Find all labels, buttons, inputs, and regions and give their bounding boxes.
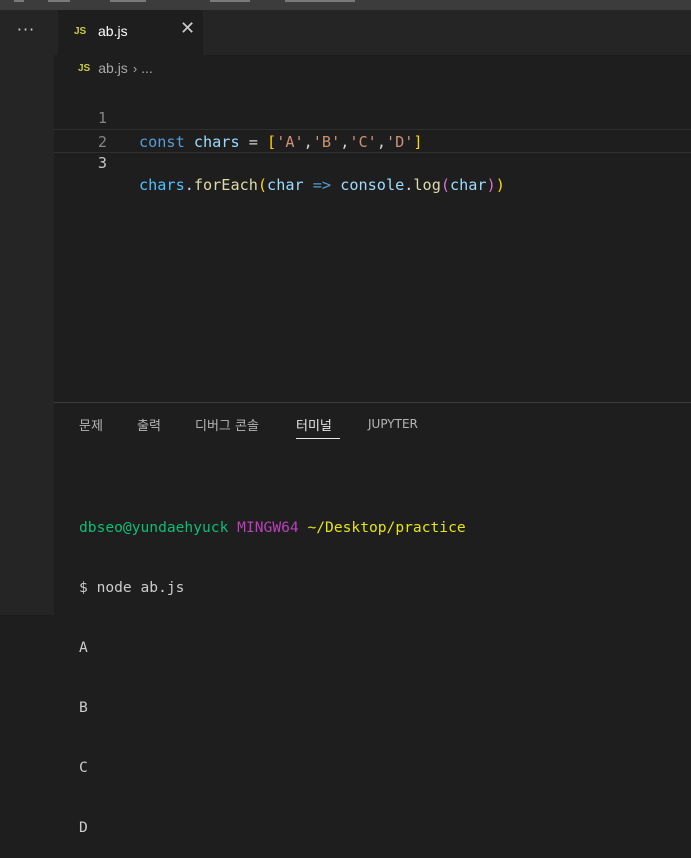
prompt-user: dbseo@yundaehyuck: [79, 519, 229, 536]
tab-debug-console[interactable]: 디버그 콘솔: [195, 415, 259, 434]
code-token-bracket1: (: [257, 176, 268, 194]
active-tab-indicator: [296, 438, 340, 439]
code-content[interactable]: chars.forEach(char => console.log(char)): [139, 174, 505, 196]
tab-problems[interactable]: 문제: [79, 415, 103, 434]
close-icon[interactable]: ✕: [180, 20, 195, 38]
more-horizontal-icon[interactable]: ···: [14, 22, 38, 38]
breadcrumb: JS ab.js › ...: [78, 58, 153, 78]
code-token-function: forEach: [193, 176, 258, 194]
javascript-file-icon: JS: [78, 62, 91, 74]
tab-ab-js[interactable]: JS ab.js ✕: [58, 10, 203, 55]
code-token-variable: char: [267, 176, 304, 194]
line-number: 3: [97, 154, 107, 172]
tab-output[interactable]: 출력: [137, 415, 161, 434]
terminal-command: $ node ab.js: [79, 579, 185, 596]
panel-tab-bar: 문제 출력 디버그 콘솔 터미널 JUPYTER: [54, 403, 691, 443]
breadcrumb-symbol[interactable]: ...: [141, 60, 153, 76]
side-bar: ···: [0, 10, 54, 615]
code-token-bracket2: ): [486, 176, 496, 194]
prompt-directory: ~/Desktop/practice: [307, 519, 466, 536]
code-editor[interactable]: 1 const chars = ['A','B','C','D'] 2 3 ch…: [54, 82, 691, 402]
code-token-variable: char: [450, 176, 487, 194]
terminal-prompt-line: dbseo@yundaehyuck MINGW64 ~/Desktop/prac…: [79, 518, 466, 538]
code-token-bracket2: (: [440, 176, 450, 194]
terminal-output[interactable]: dbseo@yundaehyuck MINGW64 ~/Desktop/prac…: [79, 478, 466, 858]
terminal-output-line: D: [79, 819, 88, 836]
code-token-variable: console: [340, 176, 405, 194]
code-token-variable2: chars: [139, 176, 185, 194]
code-token-function: log: [413, 176, 441, 194]
tab-jupyter[interactable]: JUPYTER: [368, 417, 418, 431]
editor-tab-bar: JS ab.js ✕: [54, 10, 691, 55]
code-token-bracket1: ): [495, 176, 505, 194]
prompt-system: MINGW64: [237, 519, 299, 536]
title-bar: [0, 0, 691, 10]
terminal-output-line: B: [79, 699, 88, 716]
javascript-file-icon: JS: [74, 26, 87, 37]
tab-terminal[interactable]: 터미널: [296, 415, 332, 434]
code-line-current[interactable]: 3 chars.forEach(char => console.log(char…: [54, 129, 691, 194]
terminal-output-line: C: [79, 759, 88, 776]
chevron-right-icon: ›: [132, 60, 138, 76]
breadcrumb-file[interactable]: ab.js: [98, 60, 128, 76]
code-token-keyword: =>: [312, 176, 332, 194]
code-token-operator: .: [184, 176, 194, 194]
tab-label: ab.js: [98, 23, 128, 39]
code-line[interactable]: 2: [54, 106, 691, 151]
terminal-output-line: A: [79, 639, 88, 656]
code-line[interactable]: 1 const chars = ['A','B','C','D']: [54, 82, 691, 151]
